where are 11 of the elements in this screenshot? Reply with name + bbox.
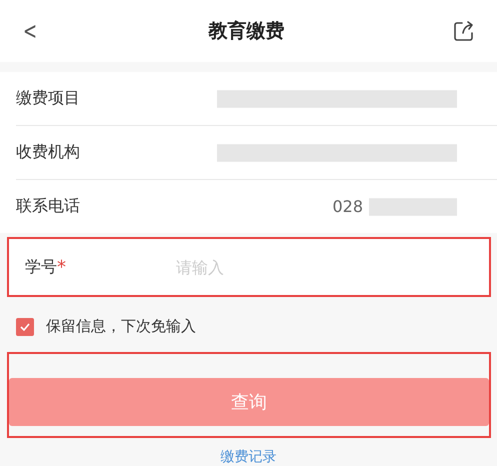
field-label: 学号 bbox=[25, 256, 57, 278]
field-label: 联系电话 bbox=[16, 196, 80, 217]
checkbox-label: 保留信息，下次免输入 bbox=[46, 317, 196, 336]
field-label: 缴费项目 bbox=[16, 88, 80, 109]
field-value: 028 bbox=[332, 197, 363, 216]
field-label: 收费机构 bbox=[16, 142, 80, 163]
share-icon[interactable] bbox=[452, 20, 475, 42]
page-title: 教育缴费 bbox=[208, 19, 285, 44]
back-button[interactable]: < bbox=[23, 17, 38, 45]
checkbox[interactable] bbox=[16, 318, 34, 336]
required-mark: * bbox=[57, 256, 66, 278]
